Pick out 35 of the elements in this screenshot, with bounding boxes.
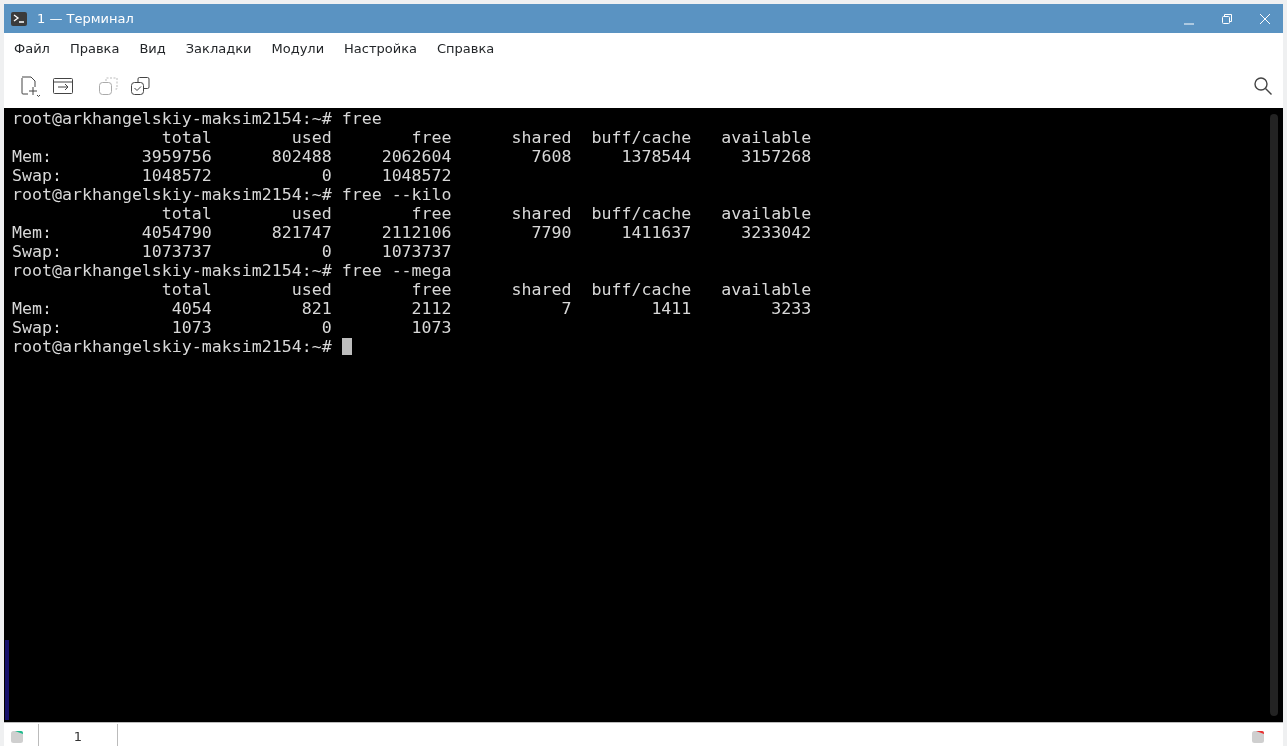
terminal-line: Mem: 4054 821 2112 7 1411 3233 <box>12 299 812 318</box>
tab-status-icon <box>1251 730 1265 744</box>
terminal-line: Swap: 1048572 0 1048572 <box>12 166 452 185</box>
terminal-tab[interactable]: 1 <box>38 724 118 746</box>
menu-item[interactable]: Модули <box>271 40 325 56</box>
terminal-line: root@arkhangelskiy-maksim2154:~# free --mega <box>12 261 452 280</box>
terminal-line: root@arkhangelskiy-maksim2154:~# free --kilo <box>12 185 452 204</box>
new-tab-icon[interactable] <box>18 73 42 98</box>
terminal-line: Swap: 1073 0 1073 <box>12 318 452 337</box>
menu-item[interactable]: Настройка <box>344 40 418 56</box>
menu-item[interactable]: Файл <box>14 40 50 56</box>
menu-item[interactable]: Правка <box>69 40 120 56</box>
terminal-line: total used free shared buff/cache available <box>160 204 812 223</box>
terminal-line: total used free shared buff/cache available <box>160 128 812 147</box>
terminal-line: root@arkhangelskiy-maksim2154:~# free <box>12 109 382 128</box>
paste-icon[interactable] <box>130 74 152 97</box>
terminal-line: Mem: 3959756 802488 2062604 7608 1378544 3157268 <box>12 147 812 166</box>
close-icon[interactable] <box>1259 12 1271 25</box>
menu-item[interactable]: Вид <box>139 40 166 56</box>
tab-status-icon <box>10 730 24 744</box>
terminal-line: Mem: 4054790 821747 2112106 7790 1411637 3233042 <box>12 223 812 242</box>
split-view-icon[interactable] <box>52 75 74 96</box>
text-cursor <box>341 338 352 355</box>
terminal-icon <box>11 10 27 27</box>
menu-item[interactable]: Справка <box>437 40 495 56</box>
restore-icon[interactable] <box>1221 12 1233 25</box>
search-icon[interactable] <box>1253 75 1273 96</box>
terminal-line: total used free shared buff/cache available <box>160 280 812 299</box>
scrollbar[interactable] <box>1270 114 1278 716</box>
terminal-screen[interactable] <box>4 108 1283 722</box>
terminal-line: root@arkhangelskiy-maksim2154:~# <box>12 337 333 356</box>
menu-item[interactable]: Закладки <box>185 40 252 56</box>
window-title: 1 — Терминал <box>37 11 134 26</box>
copy-icon[interactable] <box>98 74 120 97</box>
terminal-line: Swap: 1073737 0 1073737 <box>12 242 452 261</box>
